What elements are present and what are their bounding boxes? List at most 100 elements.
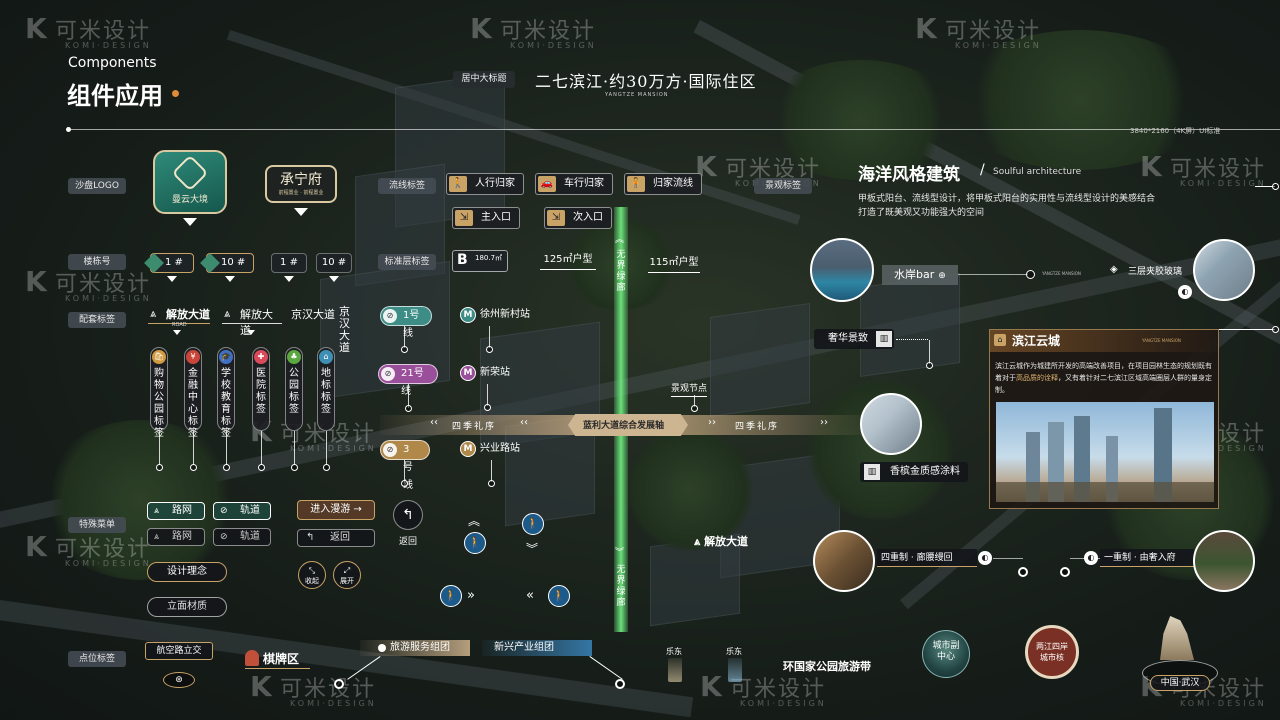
gate-tag[interactable]: 一重制 · 由奢入府 <box>1100 549 1194 567</box>
poi-qipai[interactable]: 棋牌区 <box>245 650 299 667</box>
building-no-tag[interactable]: 1 # <box>144 253 194 273</box>
luxury-tag[interactable]: 奢华景致 ▥ <box>814 329 894 349</box>
facility-tag[interactable]: ¥ 金融中心标签 <box>184 347 202 439</box>
walker-icon-button[interactable]: 🚶 <box>548 585 570 607</box>
std-floor-b-tag[interactable]: B 180.7㎡ <box>452 250 508 272</box>
rail-icon: ⊘ <box>220 506 228 516</box>
menu-rail-btn[interactable]: ⊘ 轨道 <box>213 528 271 546</box>
facility-tag[interactable]: ♣ 公园标签 <box>285 347 303 431</box>
back-round-button[interactable]: ↰ <box>393 500 423 530</box>
nav-arrow-up-icon[interactable]: ︽ <box>468 512 480 529</box>
compass-icon: ◐ <box>1181 287 1189 296</box>
flow-tag-home[interactable]: 🧍 归家流线 <box>624 173 702 195</box>
poi-city-core[interactable]: 两江四岸城市核 <box>1025 625 1079 679</box>
nav-arrow-down-icon[interactable]: ︾ <box>526 540 538 557</box>
back-round-label: 返回 <box>399 537 418 547</box>
watermark: K可米设计KOMI·DESIGN <box>470 12 597 50</box>
facility-leader <box>226 431 227 465</box>
nav-arrow-left-icon[interactable]: « <box>526 588 534 603</box>
metro-m-icon: M <box>460 365 476 381</box>
flow-tag-car[interactable]: 🚗 车行归家 <box>535 173 613 195</box>
metro-station-1[interactable]: M 徐州新村站 <box>460 306 534 324</box>
road-pointer <box>173 330 181 335</box>
lobby-image[interactable] <box>813 530 875 592</box>
poi-airport[interactable]: 航空路立交 <box>145 642 213 660</box>
enter-roam-button[interactable]: 进入漫游 → <box>297 500 375 520</box>
building-icon: ▥ <box>876 331 892 347</box>
facility-tag[interactable]: ⌂ 地标标签 <box>317 347 335 431</box>
building-no-tag[interactable]: 10 # <box>316 253 352 273</box>
waterbar-image[interactable] <box>810 238 874 302</box>
glass-image[interactable] <box>1193 239 1255 301</box>
building-no-tag[interactable]: 10 # <box>200 253 254 273</box>
poi-park-belt[interactable]: 环国家公园旅游带 <box>783 658 871 674</box>
card-title: 滨江云城 <box>1012 334 1061 348</box>
row-label-building-no: 楼栋号 <box>68 254 126 270</box>
building-no-tag[interactable]: 1 # <box>271 253 307 273</box>
compass-icon: ◐ <box>1087 553 1095 562</box>
expand-button[interactable]: ⤢ 展开 <box>333 561 361 589</box>
gate-action-button[interactable]: ◐ <box>1084 551 1098 565</box>
std-floor-125[interactable]: 125㎡户型 <box>540 250 596 270</box>
design-concept-button[interactable]: 设计理念 <box>147 562 227 582</box>
nav-arrow-right-icon[interactable]: » <box>467 588 475 603</box>
header-title-en: Components <box>68 55 157 71</box>
card-building-image <box>996 402 1214 502</box>
flow-tag-side-entrance[interactable]: ⇲ 次入口 <box>544 207 612 229</box>
road-tag-jiefang[interactable]: ⩓ 解放大道 <box>694 533 748 549</box>
metro-line-21[interactable]: ⊘ 21号线 <box>378 364 438 397</box>
facility-icon: ✚ <box>254 350 268 364</box>
metro-station-3[interactable]: M 兴业路站 <box>460 440 524 458</box>
poi-industry[interactable]: 新兴产业组团 <box>482 640 592 656</box>
entrance-icon: ⇲ <box>455 210 473 226</box>
metro-pin <box>401 480 408 487</box>
poi-tourism[interactable]: 旅游服务组团 <box>360 640 470 656</box>
walker-icon-button[interactable]: 🚶 <box>440 585 462 607</box>
walker-icon-button[interactable]: 🚶 <box>464 532 486 554</box>
facility-tag[interactable]: 🎓 学校教育标签 <box>217 347 235 439</box>
facility-pin <box>323 464 330 471</box>
facility-leader <box>294 431 295 465</box>
chevron-up-icon: ︽ <box>615 235 625 245</box>
watermark: K可米设计KOMI·DESIGN <box>25 12 152 50</box>
lobby-tag[interactable]: 四重制 · 廊腰缦回 <box>877 549 977 567</box>
coating-image[interactable] <box>860 393 922 455</box>
menu-roadnet-btn[interactable]: ⩓ 路网 <box>147 528 205 546</box>
metro-line-1[interactable]: ⊘ 1号线 <box>380 306 432 339</box>
road-tag-1[interactable]: ⩓ 解放大道 ROAD <box>148 306 210 328</box>
flow-label: 归家流线 <box>653 178 693 189</box>
poi-city-center[interactable]: 城市副中心 <box>922 630 970 678</box>
landscape-node[interactable]: 景观节点 <box>671 381 708 397</box>
elevation-material-button[interactable]: 立面材质 <box>147 597 227 617</box>
sandbox-logo-1[interactable]: 曼云大境 <box>153 150 227 214</box>
menu-rail-btn-active[interactable]: ⊘ 轨道 <box>213 502 271 520</box>
flow-tag-walk[interactable]: 🚶 人行归家 <box>446 173 524 195</box>
row-label-std-floor: 标准层标签 <box>378 254 436 270</box>
rail-icon: ⊘ <box>220 532 228 542</box>
sandbox-logo-2[interactable]: 承宁府 前程置业 · 前程置业 <box>265 165 337 203</box>
waterbar-tag[interactable]: 水岸bar ⊕ <box>882 265 958 285</box>
glass-action-button[interactable]: ◐ <box>1178 285 1192 299</box>
flow-tag-main-entrance[interactable]: ⇲ 主入口 <box>452 207 520 229</box>
gate-image[interactable] <box>1193 530 1255 592</box>
menu-roadnet-btn-active[interactable]: ⩓ 路网 <box>147 502 205 520</box>
walker-icon-button[interactable]: 🚶 <box>522 513 544 535</box>
facility-tag[interactable]: 🛍 购物公园标签 <box>150 347 168 439</box>
back-button[interactable]: ↰ 返回 <box>297 529 375 547</box>
metro-line-3[interactable]: ⊘ 3号线 <box>380 440 430 491</box>
poi-wuhan-landmark[interactable]: 中国·武汉 <box>1140 612 1220 692</box>
road-tag-3[interactable]: 京汉大道 <box>291 306 335 322</box>
glass-tag[interactable]: ◈ 三层夹胶玻璃 <box>1108 264 1182 277</box>
station-label: 兴业路站 <box>480 443 520 454</box>
std-floor-115[interactable]: 115㎡户型 <box>648 253 700 273</box>
road-tag-2[interactable]: ⩓ 解放大道 <box>222 306 282 337</box>
poi-ledong-1[interactable]: 乐东 <box>666 646 682 657</box>
road-tag-vertical[interactable]: 京汉大道 <box>339 306 351 354</box>
coating-tag[interactable]: ▥ 香槟金质感涂料 <box>860 462 968 482</box>
facility-tag[interactable]: ✚ 医院标签 <box>252 347 270 431</box>
poi-ledong-2[interactable]: 乐东 <box>726 646 742 657</box>
collapse-button[interactable]: ⤡ 收起 <box>298 561 326 589</box>
lobby-action-button[interactable]: ◐ <box>978 551 992 565</box>
project-card[interactable]: ⌂ 滨江云城 YANGTZE MANSION 滨江云城作为城建所开发的高端改善项… <box>989 329 1219 509</box>
metro-station-2[interactable]: M 新荣站 <box>460 364 514 382</box>
